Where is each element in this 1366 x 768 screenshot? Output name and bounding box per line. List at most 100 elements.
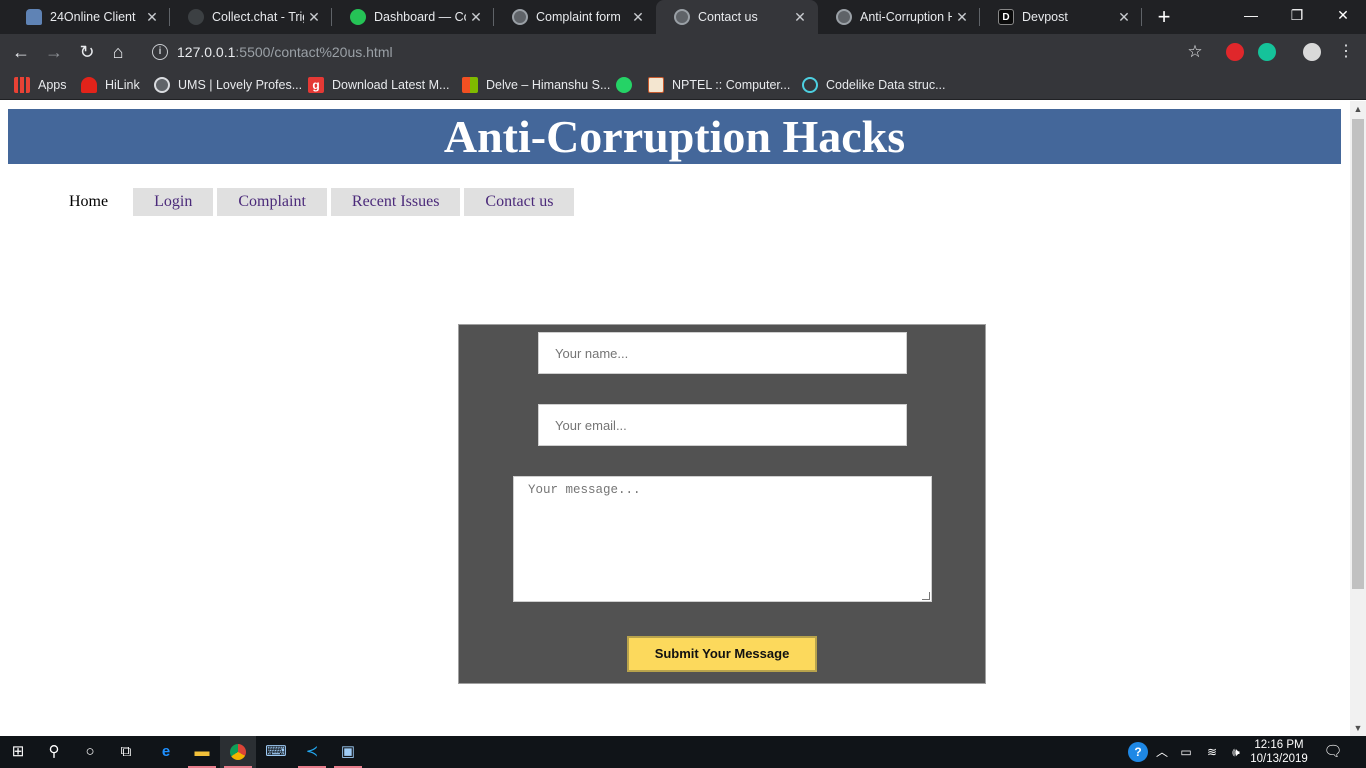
url-host: 127.0.0.1 [177, 44, 236, 60]
tab-24online-client[interactable]: 24Online Client ✕ [8, 0, 170, 34]
back-button[interactable]: ← [9, 40, 33, 64]
battery-icon[interactable]: ▭ [1176, 736, 1196, 768]
site-info-icon[interactable]: i [152, 44, 168, 60]
bookmark-hilink[interactable]: HiLink [81, 76, 140, 94]
reload-button[interactable]: ↻ [75, 40, 99, 64]
nav-recent-issues[interactable]: Recent Issues [330, 188, 461, 216]
windows-start-icon[interactable]: ⊞ [0, 736, 36, 768]
scrollbar-thumb[interactable] [1352, 119, 1364, 589]
globe-icon [836, 9, 852, 25]
submit-button[interactable]: Submit Your Message [627, 636, 817, 672]
tab-contact-us[interactable]: Contact us ✕ [656, 0, 818, 34]
chrome-icon[interactable] [220, 736, 256, 768]
system-clock[interactable]: 12:16 PM 10/13/2019 [1248, 738, 1310, 766]
bookmark-nptel[interactable]: NPTEL :: Computer... [648, 76, 790, 94]
grammarly-extension-icon[interactable] [1258, 43, 1276, 61]
windows-taskbar: ⊞ ⚲ ○ ⧉ e ▬ ⌨ ≺ ▣ ? ︿ ▭ ≋ 🕪 12:16 PM 10/… [0, 736, 1366, 768]
message-placeholder: Your message... [528, 483, 641, 497]
scroll-up-icon[interactable]: ▲ [1350, 101, 1366, 117]
nptel-icon [648, 77, 664, 93]
clock-date: 10/13/2019 [1250, 753, 1308, 765]
email-input[interactable]: Your email... [538, 404, 907, 446]
g-icon: g [308, 77, 324, 93]
edge-icon[interactable]: e [148, 736, 184, 768]
bookmark-star-icon[interactable]: ☆ [1183, 40, 1207, 64]
bookmark-codelike[interactable]: Codelike Data struc... [802, 76, 946, 94]
wifi-icon[interactable]: ≋ [1202, 736, 1222, 768]
bookmark-ums[interactable]: UMS | Lovely Profes... [154, 76, 302, 94]
address-bar[interactable]: i 127.0.0.1:5500/contact%20us.html [142, 37, 1222, 67]
close-icon[interactable]: ✕ [142, 9, 162, 26]
tab-title: Dashboard — Coll [374, 10, 466, 24]
close-icon[interactable]: ✕ [952, 9, 972, 26]
task-view-icon[interactable]: ⧉ [108, 736, 144, 768]
scroll-down-icon[interactable]: ▼ [1350, 720, 1366, 736]
site-nav: Home Login Complaint Recent Issues Conta… [48, 188, 575, 216]
tab-title: Complaint form [536, 10, 621, 24]
bookmark-whatsapp[interactable] [616, 76, 640, 94]
tab-anti-corruption[interactable]: Anti-Corruption H ✕ [818, 0, 980, 34]
adblock-extension-icon[interactable] [1226, 43, 1244, 61]
bookmarks-bar: Apps HiLink UMS | Lovely Profes... g Dow… [0, 70, 1366, 100]
volume-icon[interactable]: 🕪 [1226, 736, 1246, 768]
huawei-icon [81, 77, 97, 93]
profile-avatar[interactable] [1303, 43, 1321, 61]
close-icon[interactable]: ✕ [1114, 9, 1134, 26]
close-icon[interactable]: ✕ [466, 9, 486, 26]
chat-icon [188, 9, 204, 25]
whatsapp-icon [616, 77, 632, 93]
contact-form: Your name... Your email... Your message.… [458, 324, 986, 684]
cloud-icon [26, 9, 42, 25]
help-icon[interactable]: ? [1126, 736, 1150, 768]
site-banner-title: Anti-Corruption Hacks [8, 109, 1341, 164]
globe-icon [674, 9, 690, 25]
globe-icon [154, 77, 170, 93]
bookmark-apps[interactable]: Apps [14, 76, 67, 94]
tab-title: Devpost [1022, 10, 1068, 24]
web-page: Anti-Corruption Hacks Home Login Complai… [0, 101, 1350, 736]
keyboard-app-icon[interactable]: ⌨ [258, 736, 294, 768]
bookmark-delve[interactable]: Delve – Himanshu S... [462, 76, 610, 94]
globe-icon [512, 9, 528, 25]
name-input[interactable]: Your name... [538, 332, 907, 374]
browser-tab-strip: 24Online Client ✕ Collect.chat - Trigg ✕… [0, 0, 1366, 34]
message-textarea[interactable]: Your message... [513, 476, 932, 602]
forward-button[interactable]: → [42, 40, 66, 64]
clock-time: 12:16 PM [1254, 739, 1304, 751]
close-icon[interactable]: ✕ [790, 9, 810, 26]
home-button[interactable]: ⌂ [106, 40, 130, 64]
vscode-icon[interactable]: ≺ [294, 736, 330, 768]
close-icon[interactable]: ✕ [304, 9, 324, 26]
tray-chevron-up-icon[interactable]: ︿ [1152, 736, 1172, 768]
page-scrollbar[interactable]: ▲ ▼ [1350, 101, 1366, 736]
restore-button[interactable]: ❐ [1274, 0, 1320, 34]
tab-collect-chat[interactable]: Collect.chat - Trigg ✕ [170, 0, 332, 34]
bookmark-download[interactable]: g Download Latest M... [308, 76, 449, 94]
file-explorer-icon[interactable]: ▬ [184, 736, 220, 768]
tab-title: Collect.chat - Trigg [212, 10, 304, 24]
close-window-button[interactable]: ✕ [1320, 0, 1366, 34]
search-icon[interactable]: ⚲ [36, 736, 72, 768]
nav-contact-us[interactable]: Contact us [464, 188, 575, 216]
nav-complaint[interactable]: Complaint [217, 188, 327, 216]
tab-title: Anti-Corruption H [860, 10, 952, 24]
new-tab-button[interactable]: + [1152, 0, 1176, 34]
nav-home[interactable]: Home [48, 188, 129, 216]
menu-kebab-icon[interactable]: ⋮ [1334, 40, 1358, 64]
app-window-icon[interactable]: ▣ [330, 736, 366, 768]
tab-dashboard[interactable]: Dashboard — Coll ✕ [332, 0, 494, 34]
microsoft-icon [462, 77, 478, 93]
minimize-button[interactable]: — [1228, 0, 1274, 34]
tab-devpost[interactable]: D Devpost ✕ [980, 0, 1142, 34]
notification-icon[interactable]: 🗨 [1320, 736, 1346, 768]
circle-icon [802, 77, 818, 93]
close-icon[interactable]: ✕ [628, 9, 648, 26]
tab-title: Contact us [698, 10, 758, 24]
devpost-icon: D [998, 9, 1014, 25]
apps-grid-icon [14, 77, 30, 93]
cortana-icon[interactable]: ○ [72, 736, 108, 768]
tab-title: 24Online Client [50, 10, 136, 24]
nav-login[interactable]: Login [133, 188, 214, 216]
resize-grip-icon[interactable] [922, 592, 930, 600]
tab-complaint-form[interactable]: Complaint form ✕ [494, 0, 656, 34]
